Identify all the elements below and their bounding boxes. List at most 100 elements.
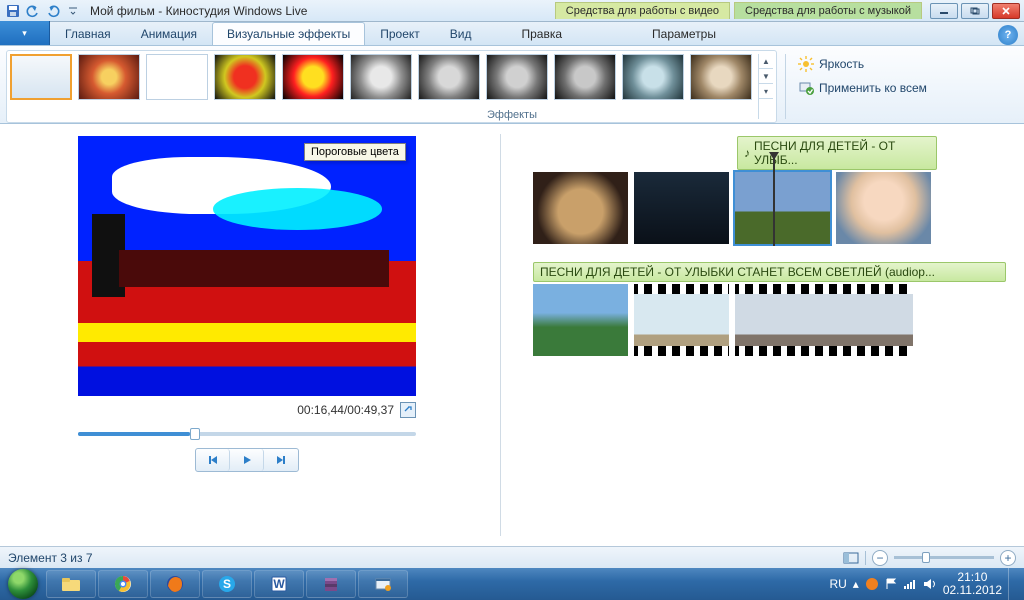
taskbar-word[interactable]: W [254, 570, 304, 598]
music-track-label-2[interactable]: ПЕСНИ ДЛЯ ДЕТЕЙ - ОТ УЛЫБКИ СТАНЕТ ВСЕМ … [533, 262, 1006, 282]
quick-access-toolbar [4, 2, 82, 20]
seek-bar[interactable] [78, 432, 416, 436]
storyboard-row-2 [533, 284, 1006, 356]
maximize-button[interactable] [961, 3, 989, 19]
ribbon-tab-row: ▾ Главная Анимация Визуальные эффекты Пр… [0, 22, 1024, 46]
ribbon-group-label: Эффекты [487, 109, 537, 121]
close-button[interactable] [992, 3, 1020, 19]
zoom-in-button[interactable]: + [1000, 550, 1016, 566]
clip-thumb-7[interactable] [735, 284, 913, 356]
tab-view[interactable]: Вид [435, 22, 487, 45]
next-frame-button[interactable] [264, 449, 298, 471]
effects-gallery[interactable]: ▲ ▼ ▾ [6, 50, 777, 123]
tray-clock[interactable]: 21:10 02.11.2012 [943, 571, 1002, 597]
tray-network-icon[interactable] [903, 578, 917, 590]
effect-none[interactable] [10, 54, 72, 100]
clip-thumb-3[interactable] [735, 172, 830, 244]
start-button[interactable] [2, 568, 44, 600]
tray-app-icon[interactable] [865, 577, 879, 591]
music-track-label-1[interactable]: ♪ ПЕСНИ ДЛЯ ДЕТЕЙ - ОТ УЛЫБ... [737, 136, 937, 170]
effect-cyan[interactable] [622, 54, 684, 100]
taskbar-moviemaker[interactable] [358, 570, 408, 598]
apply-all-icon [798, 80, 814, 96]
music-note-icon: ♪ [744, 146, 750, 160]
contextual-tab-headers: Средства для работы с видео Средства для… [555, 2, 922, 19]
clip-thumb-6[interactable] [634, 284, 729, 356]
effect-edge-detect[interactable] [146, 54, 208, 100]
window-controls [930, 3, 1020, 19]
help-button[interactable]: ? [998, 25, 1018, 45]
status-item-count: Элемент 3 из 7 [8, 551, 93, 565]
save-button[interactable] [4, 2, 22, 20]
effect-threshold[interactable] [282, 54, 344, 100]
context-header-music: Средства для работы с музыкой [734, 2, 922, 19]
effect-bw-2[interactable] [418, 54, 480, 100]
effect-bw-1[interactable] [350, 54, 412, 100]
show-desktop-button[interactable] [1008, 568, 1018, 600]
taskbar-chrome[interactable] [98, 570, 148, 598]
timeline-pane: ♪ ПЕСНИ ДЛЯ ДЕТЕЙ - ОТ УЛЫБ... ПЕСНИ ДЛЯ… [501, 124, 1024, 546]
taskbar: S W RU ▴ 21:10 02.11.2012 [0, 568, 1024, 600]
effect-bw-3[interactable] [486, 54, 548, 100]
undo-button[interactable] [24, 2, 42, 20]
gallery-up-icon[interactable]: ▲ [759, 54, 773, 69]
prev-frame-button[interactable] [196, 449, 230, 471]
qat-customize-button[interactable] [64, 2, 82, 20]
minimize-button[interactable] [930, 3, 958, 19]
gallery-more-icon[interactable]: ▾ [759, 84, 773, 99]
storyboard-row-1 [533, 172, 1006, 244]
zoom-out-button[interactable]: − [872, 550, 888, 566]
tab-home[interactable]: Главная [50, 22, 126, 45]
effect-posterize[interactable] [214, 54, 276, 100]
tab-options-music[interactable]: Параметры [637, 22, 731, 45]
gallery-scroll[interactable]: ▲ ▼ ▾ [758, 54, 773, 119]
tray-lang[interactable]: RU [829, 577, 846, 591]
brightness-button[interactable]: Яркость [794, 54, 931, 74]
view-toggle-button[interactable] [843, 552, 859, 564]
zoom-slider-thumb[interactable] [922, 552, 930, 563]
clip-thumb-5[interactable] [533, 284, 628, 356]
apply-all-label: Применить ко всем [819, 81, 927, 95]
effect-sepia[interactable] [690, 54, 752, 100]
context-header-video: Средства для работы с видео [555, 2, 730, 19]
tab-visual-effects[interactable]: Визуальные эффекты [212, 22, 365, 45]
tab-edit-video[interactable]: Правка [506, 22, 577, 45]
playback-controls [78, 448, 416, 472]
play-button[interactable] [230, 449, 264, 471]
window-title: Мой фильм - Киностудия Windows Live [82, 4, 555, 18]
taskbar-skype[interactable]: S [202, 570, 252, 598]
clip-thumb-1[interactable] [533, 172, 628, 244]
redo-button[interactable] [44, 2, 62, 20]
effect-tooltip: Пороговые цвета [304, 143, 406, 161]
preview-pane: 00:16,44/00:49,37 [0, 124, 500, 546]
preview-monitor [78, 136, 416, 396]
zoom-controls: − + [843, 550, 1016, 566]
clip-thumb-4[interactable] [836, 172, 931, 244]
tab-project[interactable]: Проект [365, 22, 435, 45]
fullscreen-button[interactable] [400, 402, 416, 418]
ribbon: ▲ ▼ ▾ Яркость Применить ко всем Эффекты [0, 46, 1024, 124]
effect-warm[interactable] [78, 54, 140, 100]
taskbar-winrar[interactable] [306, 570, 356, 598]
tray-up-icon[interactable]: ▴ [853, 577, 859, 591]
status-bar: Элемент 3 из 7 − + [0, 546, 1024, 568]
gallery-down-icon[interactable]: ▼ [759, 69, 773, 84]
svg-text:S: S [223, 577, 231, 591]
clip-thumb-2[interactable] [634, 172, 729, 244]
taskbar-explorer[interactable] [46, 570, 96, 598]
workspace: 00:16,44/00:49,37 ♪ ПЕСНИ ДЛЯ ДЕТЕЙ - ОТ… [0, 124, 1024, 546]
tab-animation[interactable]: Анимация [126, 22, 212, 45]
apply-all-button[interactable]: Применить ко всем [794, 78, 931, 98]
zoom-slider[interactable] [894, 556, 994, 559]
tray-flag-icon[interactable] [885, 578, 897, 590]
tray-volume-icon[interactable] [923, 578, 937, 590]
effect-bw-4[interactable] [554, 54, 616, 100]
file-menu-button[interactable]: ▾ [0, 21, 50, 45]
taskbar-firefox[interactable] [150, 570, 200, 598]
brightness-icon [798, 56, 814, 72]
preview-timecode: 00:16,44/00:49,37 [297, 403, 394, 417]
seek-thumb[interactable] [190, 428, 200, 440]
playhead[interactable] [773, 156, 775, 246]
system-tray: RU ▴ 21:10 02.11.2012 [829, 568, 1022, 600]
windows-orb-icon [8, 569, 38, 599]
